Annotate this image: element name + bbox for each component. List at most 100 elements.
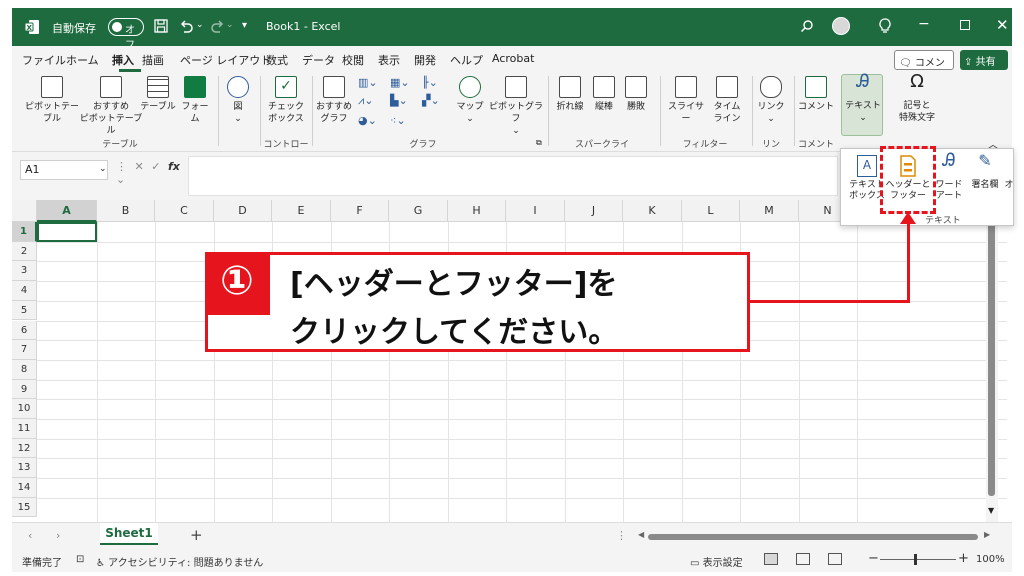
- column-header[interactable]: F: [331, 200, 389, 222]
- line-sparkline-button[interactable]: 折れ線: [552, 76, 588, 113]
- formula-input[interactable]: [188, 156, 838, 196]
- scroll-thumb[interactable]: [988, 218, 995, 496]
- name-box[interactable]: A1 ⌄: [20, 160, 108, 180]
- column-header[interactable]: B: [97, 200, 155, 222]
- row-header[interactable]: 1: [12, 222, 37, 242]
- close-icon[interactable]: ✕: [996, 16, 1009, 34]
- timeline-button[interactable]: タイム ライン: [710, 76, 744, 125]
- recommended-charts-button[interactable]: おすすめ グラフ: [314, 76, 354, 125]
- column-header[interactable]: I: [506, 200, 565, 222]
- account-avatar[interactable]: [832, 17, 850, 35]
- statistic-chart-icon[interactable]: ▙⌄: [390, 94, 408, 107]
- undo-icon[interactable]: [178, 18, 194, 34]
- chevron-down-icon[interactable]: ⌄: [116, 173, 125, 186]
- lightbulb-icon[interactable]: [878, 18, 892, 34]
- horizontal-scroll-thumb[interactable]: [648, 534, 978, 540]
- table-button[interactable]: テーブル: [140, 76, 176, 113]
- more-icon[interactable]: ⋮: [616, 529, 627, 542]
- row-header[interactable]: 5: [12, 300, 37, 321]
- zoom-in-icon[interactable]: +: [958, 551, 969, 566]
- row-header[interactable]: 14: [12, 478, 37, 498]
- row-header[interactable]: 15: [12, 497, 37, 518]
- share-button[interactable]: ⇪ 共有 ⌄: [960, 50, 1008, 79]
- zoom-out-icon[interactable]: −: [868, 551, 879, 566]
- tab-acrobat[interactable]: Acrobat: [492, 52, 534, 65]
- column-header[interactable]: A: [37, 200, 97, 222]
- signature-button[interactable]: ✎ 署名欄: [967, 153, 1003, 191]
- scroll-right-icon[interactable]: ▶: [984, 530, 990, 539]
- row-header[interactable]: 9: [12, 379, 37, 400]
- cancel-icon[interactable]: ✕: [135, 160, 144, 173]
- row-header[interactable]: 7: [12, 340, 37, 360]
- comment-button[interactable]: 🗨 コメント: [894, 50, 954, 84]
- tab-formulas[interactable]: 数式: [266, 52, 288, 68]
- combo-chart-icon[interactable]: ▞⌄: [422, 94, 440, 107]
- tab-home[interactable]: ホーム: [66, 52, 99, 68]
- hierarchy-chart-icon[interactable]: ▦⌄: [390, 76, 410, 89]
- maximize-icon[interactable]: [960, 20, 970, 30]
- sheet-tab[interactable]: Sheet1: [100, 523, 158, 545]
- checkbox-button[interactable]: ✓ チェック ボックス: [266, 76, 306, 125]
- column-header[interactable]: L: [682, 200, 740, 222]
- page-layout-view-icon[interactable]: [796, 553, 810, 565]
- pivot-chart-button[interactable]: ピボットグラフ ⌄: [488, 76, 544, 137]
- scatter-chart-icon[interactable]: ⁖⌄: [390, 114, 406, 127]
- maps-button[interactable]: マップ ⌄: [452, 76, 488, 125]
- line-chart-icon[interactable]: ⩘⌄: [358, 94, 373, 108]
- illustrations-button[interactable]: 図 ⌄: [222, 76, 254, 125]
- scroll-down-icon[interactable]: ▼: [988, 506, 994, 515]
- chevron-right-icon[interactable]: ›: [56, 529, 60, 542]
- tab-page-layout[interactable]: ページ レイアウト: [180, 52, 271, 68]
- insert-function-icon[interactable]: fx: [168, 160, 180, 173]
- zoom-slider-thumb[interactable]: [914, 554, 917, 565]
- search-icon[interactable]: [800, 19, 814, 33]
- column-header[interactable]: K: [623, 200, 682, 222]
- link-button[interactable]: リンク ⌄: [756, 76, 786, 125]
- column-header[interactable]: J: [565, 200, 623, 222]
- row-header[interactable]: 3: [12, 261, 37, 282]
- chevron-down-icon[interactable]: ⌄: [99, 164, 107, 174]
- worksheet-grid[interactable]: A B C D E F G H I J K L M N 1 2 3 4 5 6 …: [12, 200, 1008, 522]
- page-break-view-icon[interactable]: [828, 553, 842, 565]
- undo-dropdown-icon[interactable]: ⌄: [196, 20, 204, 30]
- row-header[interactable]: 10: [12, 399, 37, 419]
- row-header[interactable]: 4: [12, 281, 37, 301]
- pivot-table-button[interactable]: ピボットテー ブル: [20, 76, 84, 125]
- tab-data[interactable]: データ: [302, 52, 335, 68]
- add-sheet-icon[interactable]: +: [190, 526, 203, 544]
- column-header[interactable]: D: [214, 200, 272, 222]
- wordart-button[interactable]: Ꭿ ワード アート: [931, 152, 967, 202]
- tab-review[interactable]: 校閲: [342, 52, 364, 68]
- customize-qat-icon[interactable]: ▾: [242, 20, 247, 31]
- tab-insert[interactable]: 挿入: [112, 52, 134, 68]
- column-header[interactable]: C: [155, 200, 214, 222]
- column-chart-icon[interactable]: ▥⌄: [358, 76, 378, 89]
- minimize-icon[interactable]: −: [918, 16, 930, 32]
- selected-cell-a1[interactable]: [37, 222, 97, 242]
- autosave-toggle[interactable]: オフ: [108, 18, 144, 51]
- select-all-corner[interactable]: [12, 200, 37, 222]
- slicer-button[interactable]: スライサー: [664, 76, 708, 125]
- row-header[interactable]: 8: [12, 359, 37, 380]
- row-header[interactable]: 2: [12, 241, 37, 262]
- tab-developer[interactable]: 開発: [414, 52, 436, 68]
- waterfall-chart-icon[interactable]: ╟⌄: [422, 76, 438, 89]
- redo-dropdown-icon[interactable]: ⌄: [226, 20, 234, 30]
- display-settings-button[interactable]: ▭ 表示設定: [690, 554, 743, 569]
- zoom-level[interactable]: 100%: [976, 554, 1005, 565]
- save-icon[interactable]: [154, 19, 168, 33]
- dialog-launcher-icon[interactable]: ⧉: [536, 138, 542, 148]
- comment-ribbon-button[interactable]: コメント: [798, 76, 834, 113]
- enter-icon[interactable]: ✓: [151, 160, 160, 173]
- winloss-sparkline-button[interactable]: 勝敗: [620, 76, 652, 113]
- row-header[interactable]: 6: [12, 320, 37, 341]
- pie-chart-icon[interactable]: ◕⌄: [358, 114, 377, 127]
- recommended-pivot-button[interactable]: おすすめ ピボットテーブル: [78, 76, 144, 137]
- column-header[interactable]: H: [448, 200, 506, 222]
- row-header[interactable]: 11: [12, 419, 37, 439]
- forms-button[interactable]: フォー ム: [178, 76, 212, 125]
- row-header[interactable]: 13: [12, 458, 37, 479]
- tab-draw[interactable]: 描画: [142, 52, 164, 68]
- tab-file[interactable]: ファイル: [22, 52, 66, 68]
- column-header[interactable]: G: [389, 200, 448, 222]
